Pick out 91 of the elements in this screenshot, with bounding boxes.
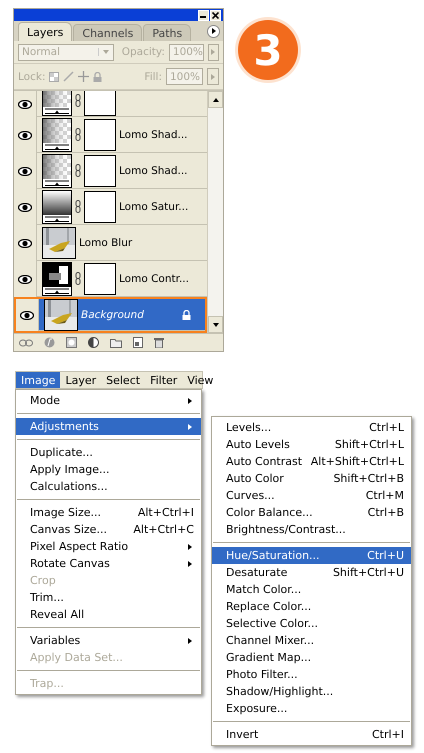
menu-item[interactable]: Variables — [16, 632, 201, 649]
panel-tab[interactable]: Layers — [18, 22, 72, 41]
eye-icon[interactable] — [18, 274, 32, 284]
chain-icon[interactable] — [75, 164, 81, 177]
layer-name: Lomo Contr... — [119, 272, 190, 284]
chain-icon[interactable] — [75, 200, 81, 213]
menu-item[interactable]: Auto Contrast Alt+Shift+Ctrl+L — [212, 453, 411, 470]
menu-bar-item[interactable]: View — [182, 372, 218, 388]
menu-item[interactable]: Color Balance... Ctrl+B — [212, 504, 411, 521]
menu-item[interactable]: Shadow/Highlight... — [212, 683, 411, 700]
layer-name: Lomo Shad... — [119, 128, 189, 140]
menu-item[interactable]: Replace Color... — [212, 598, 411, 615]
menu-bar-item[interactable]: Layer — [60, 372, 102, 388]
folder-icon[interactable] — [110, 338, 122, 348]
menu-item[interactable]: Rotate Canvas — [16, 555, 201, 572]
caret-icon — [102, 48, 110, 56]
panel-tab[interactable]: Channels — [73, 24, 142, 41]
close-button[interactable] — [210, 10, 221, 20]
menu-item[interactable]: Hue/Saturation... Ctrl+U — [212, 547, 411, 564]
fill-label: Fill: — [144, 70, 162, 82]
fx-icon[interactable] — [44, 337, 55, 348]
trash-icon[interactable] — [154, 337, 164, 348]
menu-item[interactable]: Invert Ctrl+I — [212, 726, 411, 743]
lock-label: Lock: — [18, 70, 46, 82]
scroll-down-button[interactable] — [208, 316, 223, 333]
menu-item[interactable]: Auto Levels Shift+Ctrl+L — [212, 436, 411, 453]
layer-mask-thumbnail — [84, 154, 116, 186]
menu-bar-item[interactable]: Select — [101, 372, 146, 388]
eye-icon[interactable] — [20, 310, 34, 320]
menu-item[interactable]: Duplicate... — [16, 444, 201, 461]
submenu-arrow-icon — [186, 542, 194, 550]
caret-icon — [210, 27, 218, 35]
mask-icon[interactable] — [66, 337, 77, 348]
link-icon[interactable] — [19, 338, 33, 346]
menu-item[interactable]: Apply Image... — [16, 461, 201, 478]
submenu-arrow-icon — [186, 560, 194, 568]
panel-menu-button[interactable] — [207, 24, 220, 38]
eye-icon[interactable] — [18, 100, 32, 108]
menu-item[interactable]: Canvas Size... Alt+Ctrl+C — [16, 521, 201, 538]
menu-item[interactable]: Trim... — [16, 589, 201, 606]
close-icon — [212, 12, 219, 18]
eye-icon[interactable] — [18, 238, 32, 248]
new-layer-icon[interactable] — [133, 337, 143, 348]
caret-icon — [212, 96, 220, 104]
menu-bar-item[interactable]: Filter — [145, 372, 182, 388]
layer-mask-thumbnail — [84, 190, 116, 222]
layer-row[interactable]: Background — [14, 297, 207, 333]
panel-tab[interactable]: Paths — [143, 24, 192, 41]
menu-bar-item[interactable]: Image — [16, 372, 60, 388]
menu-item[interactable]: Adjustments — [16, 418, 201, 435]
eye-icon[interactable] — [18, 130, 32, 140]
caret-icon — [209, 48, 218, 56]
layer-name: Lomo Blur — [79, 236, 134, 248]
menu-item[interactable]: Brightness/Contrast... — [212, 521, 411, 538]
layer-mask-thumbnail — [84, 91, 116, 116]
menu-item[interactable]: Mode — [16, 392, 201, 409]
layer-mask-thumbnail — [84, 118, 116, 150]
menu-item[interactable]: Pixel Aspect Ratio — [16, 538, 201, 555]
layer-name: Background — [81, 308, 145, 320]
step-badge: 3 — [238, 20, 298, 80]
menu-item[interactable]: Curves... Ctrl+M — [212, 487, 411, 504]
menu-item[interactable]: Image Size... Alt+Ctrl+I — [16, 504, 201, 521]
chain-icon[interactable] — [75, 272, 81, 285]
eye-icon[interactable] — [18, 166, 32, 176]
menu-item[interactable]: Calculations... — [16, 478, 201, 495]
scrollbar[interactable] — [207, 91, 223, 333]
opacity-label: Opacity: — [122, 46, 165, 58]
adjustment-icon[interactable] — [88, 337, 99, 348]
menu-item[interactable]: Auto Color Shift+Ctrl+B — [212, 470, 411, 487]
menu-item[interactable]: Channel Mixer... — [212, 632, 411, 649]
eye-icon[interactable] — [18, 202, 32, 212]
layer-mask-thumbnail — [84, 262, 116, 294]
menu-item[interactable]: Selective Color... — [212, 615, 411, 632]
submenu-arrow-icon — [186, 396, 194, 404]
chain-icon[interactable] — [75, 94, 81, 106]
caret-icon — [209, 72, 217, 80]
minimize-button[interactable] — [198, 10, 209, 20]
menu-item[interactable]: Levels... Ctrl+L — [212, 419, 411, 436]
caret-icon — [212, 320, 220, 328]
menu-item[interactable]: Photo Filter... — [212, 666, 411, 683]
menu-item[interactable]: Gradient Map... — [212, 649, 411, 666]
menu-item[interactable]: Reveal All — [16, 606, 201, 623]
submenu-arrow-icon — [186, 636, 194, 644]
menu-item[interactable]: Desaturate Shift+Ctrl+U — [212, 564, 411, 581]
layer-name: Lomo Satur... — [119, 200, 190, 212]
layer-name: Lomo Shad... — [119, 164, 189, 176]
menu-item[interactable]: Match Color... — [212, 581, 411, 598]
chain-icon[interactable] — [75, 128, 81, 141]
scroll-up-button[interactable] — [208, 91, 223, 108]
menu-item[interactable]: Exposure... — [212, 700, 411, 717]
submenu-arrow-icon — [186, 422, 194, 430]
